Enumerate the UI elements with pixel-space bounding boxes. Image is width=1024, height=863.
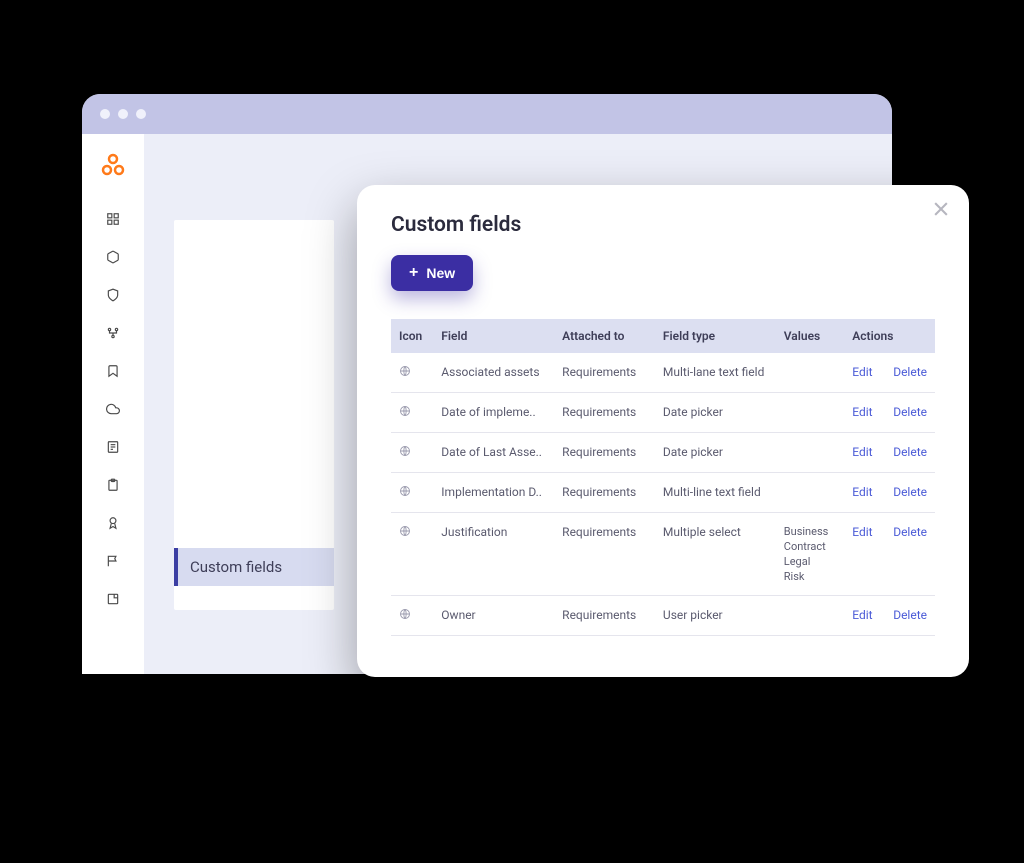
- cell-values: [776, 473, 845, 513]
- field-row-icon: [399, 365, 411, 377]
- cell-attached: Requirements: [554, 473, 655, 513]
- cell-field: Date of Last Asse..: [433, 433, 554, 473]
- col-header-type: Field type: [655, 319, 776, 353]
- plus-icon: +: [409, 265, 418, 281]
- edit-link[interactable]: Edit: [852, 365, 872, 379]
- value-item: Risk: [784, 570, 837, 583]
- new-button-label: New: [426, 265, 455, 281]
- nav-item-label: Custom fields: [190, 558, 282, 576]
- delete-link[interactable]: Delete: [893, 525, 927, 539]
- cell-type: Multiple select: [655, 513, 776, 596]
- edit-link[interactable]: Edit: [852, 525, 872, 539]
- clipboard-icon[interactable]: [106, 478, 120, 492]
- value-item: Business: [784, 525, 837, 538]
- modal-title: Custom fields: [391, 213, 935, 237]
- cell-field: Implementation D..: [433, 473, 554, 513]
- nav-item-custom-fields[interactable]: Custom fields: [174, 548, 334, 586]
- badge-icon[interactable]: [106, 516, 120, 530]
- delete-link[interactable]: Delete: [893, 365, 927, 379]
- field-row-icon: [399, 525, 411, 537]
- app-logo-icon: [100, 152, 126, 182]
- delete-link[interactable]: Delete: [893, 608, 927, 622]
- flag-icon[interactable]: [106, 554, 120, 568]
- cell-type: Multi-lane text field: [655, 353, 776, 393]
- dashboard-icon[interactable]: [106, 212, 120, 226]
- edit-link[interactable]: Edit: [852, 485, 872, 499]
- delete-link[interactable]: Delete: [893, 405, 927, 419]
- table-row: OwnerRequirementsUser picker Edit Delete: [391, 596, 935, 636]
- field-row-icon: [399, 485, 411, 497]
- cell-type: Date picker: [655, 433, 776, 473]
- cell-attached: Requirements: [554, 513, 655, 596]
- cell-type: User picker: [655, 596, 776, 636]
- cell-field: Justification: [433, 513, 554, 596]
- col-header-attached: Attached to: [554, 319, 655, 353]
- bookmark-icon[interactable]: [106, 364, 120, 378]
- cell-attached: Requirements: [554, 433, 655, 473]
- box-icon[interactable]: [106, 250, 120, 264]
- window-dot: [118, 109, 128, 119]
- cell-field: Date of impleme..: [433, 393, 554, 433]
- window-titlebar: [82, 94, 892, 134]
- table-row: Implementation D..RequirementsMulti-line…: [391, 473, 935, 513]
- settings-nav-card: Custom fields: [174, 220, 334, 610]
- window-dot: [136, 109, 146, 119]
- cell-values: Business Contract Legal Risk: [776, 513, 845, 596]
- edit-link[interactable]: Edit: [852, 608, 872, 622]
- custom-fields-modal: Custom fields + New Icon Field Attached …: [357, 185, 969, 677]
- table-row: Date of impleme..RequirementsDate picker…: [391, 393, 935, 433]
- window-dot: [100, 109, 110, 119]
- note-icon[interactable]: [106, 592, 120, 606]
- cell-attached: Requirements: [554, 353, 655, 393]
- cloud-icon[interactable]: [106, 402, 120, 416]
- field-row-icon: [399, 405, 411, 417]
- close-icon[interactable]: [931, 199, 951, 223]
- table-row: Associated assetsRequirementsMulti-lane …: [391, 353, 935, 393]
- edit-link[interactable]: Edit: [852, 445, 872, 459]
- cell-attached: Requirements: [554, 596, 655, 636]
- delete-link[interactable]: Delete: [893, 485, 927, 499]
- cell-values: [776, 596, 845, 636]
- new-button[interactable]: + New: [391, 255, 473, 291]
- field-row-icon: [399, 608, 411, 620]
- value-item: Contract: [784, 540, 837, 553]
- cell-attached: Requirements: [554, 393, 655, 433]
- value-item: Legal: [784, 555, 837, 568]
- table-row: Date of Last Asse..RequirementsDate pick…: [391, 433, 935, 473]
- hierarchy-icon[interactable]: [106, 326, 120, 340]
- cell-field: Owner: [433, 596, 554, 636]
- col-header-actions: Actions: [844, 319, 935, 353]
- col-header-field: Field: [433, 319, 554, 353]
- col-header-icon: Icon: [391, 319, 433, 353]
- table-row: JustificationRequirementsMultiple select…: [391, 513, 935, 596]
- cell-values: [776, 433, 845, 473]
- cell-values: [776, 393, 845, 433]
- document-icon[interactable]: [106, 440, 120, 454]
- sidebar: [82, 134, 144, 674]
- cell-field: Associated assets: [433, 353, 554, 393]
- field-row-icon: [399, 445, 411, 457]
- shield-icon[interactable]: [106, 288, 120, 302]
- fields-table: Icon Field Attached to Field type Values…: [391, 319, 935, 636]
- delete-link[interactable]: Delete: [893, 445, 927, 459]
- cell-type: Date picker: [655, 393, 776, 433]
- edit-link[interactable]: Edit: [852, 405, 872, 419]
- col-header-values: Values: [776, 319, 845, 353]
- cell-type: Multi-line text field: [655, 473, 776, 513]
- cell-values: [776, 353, 845, 393]
